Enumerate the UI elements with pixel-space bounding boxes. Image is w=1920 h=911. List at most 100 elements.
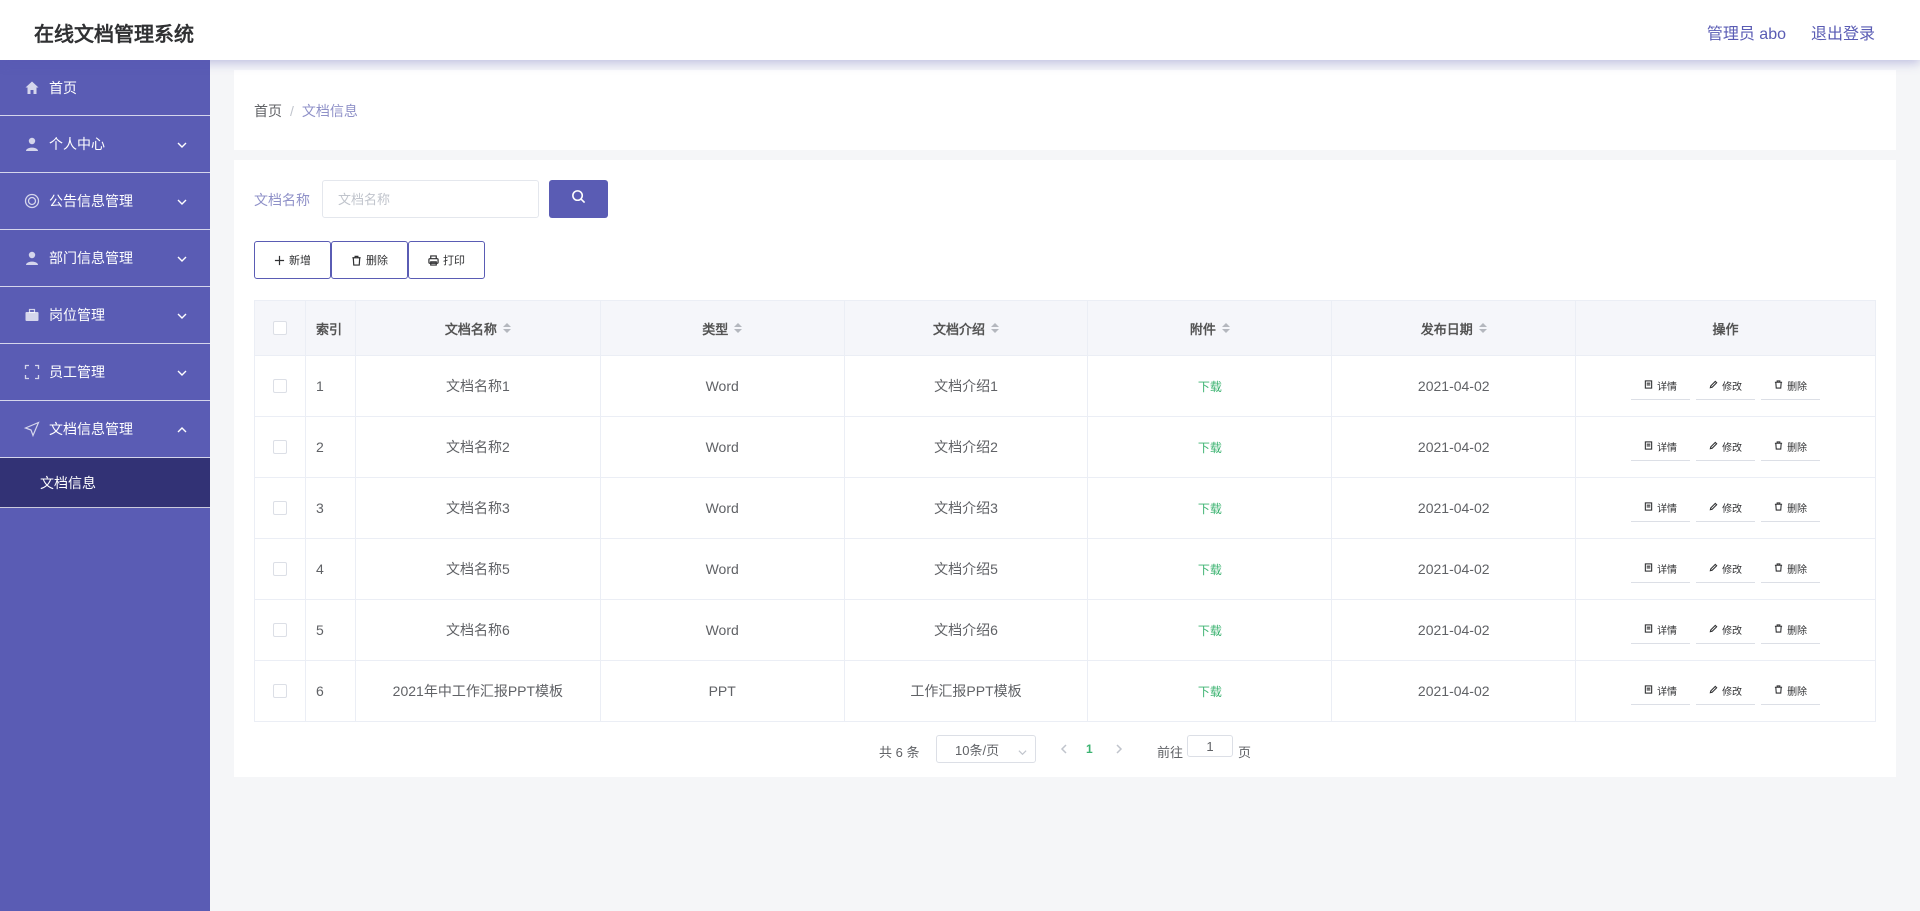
- row-checkbox[interactable]: [272, 562, 287, 576]
- table-row: 5 文档名称6 Word 文档介绍6 下载 2021-04-02 详情 修改 删除: [254, 600, 1876, 661]
- row-delete-button[interactable]: 删除: [1761, 372, 1821, 400]
- download-link[interactable]: 下载: [1198, 622, 1222, 639]
- sidebar-item-personal-center[interactable]: 个人中心: [0, 116, 210, 173]
- sidebar-item-home[interactable]: 首页: [0, 60, 210, 116]
- detail-button[interactable]: 详情: [1631, 433, 1691, 461]
- edit-button[interactable]: 修改: [1696, 494, 1756, 522]
- edit-button[interactable]: 修改: [1696, 616, 1756, 644]
- edit-button[interactable]: 修改: [1696, 372, 1756, 400]
- printer-icon: [428, 254, 439, 266]
- cell-index: 4: [306, 539, 356, 599]
- download-link[interactable]: 下载: [1198, 500, 1222, 517]
- header-name[interactable]: 文档名称: [356, 301, 601, 355]
- detail-button-label: 详情: [1657, 626, 1678, 637]
- edit-icon: [1709, 441, 1722, 453]
- print-button[interactable]: 打印: [408, 241, 485, 279]
- sidebar-item-employee-management[interactable]: 员工管理: [0, 344, 210, 401]
- cell-intro: 文档介绍3: [845, 478, 1089, 538]
- sort-icon[interactable]: [1221, 323, 1230, 333]
- next-page-button[interactable]: [1114, 742, 1124, 757]
- document-icon: [1644, 501, 1657, 514]
- sidebar-item-label: 个人中心: [49, 136, 105, 152]
- delete-button[interactable]: 删除: [331, 241, 408, 279]
- header-type[interactable]: 类型: [601, 301, 845, 355]
- row-checkbox[interactable]: [272, 501, 287, 515]
- header-intro[interactable]: 文档介绍: [845, 301, 1089, 355]
- prev-page-button[interactable]: [1059, 742, 1069, 757]
- detail-button[interactable]: 详情: [1631, 616, 1691, 644]
- row-delete-button[interactable]: 删除: [1761, 433, 1821, 461]
- edit-button-label: 修改: [1722, 687, 1743, 698]
- edit-icon: [1709, 563, 1722, 575]
- breadcrumb-home[interactable]: 首页: [254, 103, 282, 119]
- table-row: 4 文档名称5 Word 文档介绍5 下载 2021-04-02 详情 修改 删除: [254, 539, 1876, 600]
- sidebar-subitem-document-info[interactable]: 文档信息: [0, 458, 210, 508]
- document-table: 索引 文档名称 类型 文档介绍 附件 发布日期 操作 1 文档名称1 Word 文档介…: [254, 300, 1876, 722]
- download-link[interactable]: 下载: [1198, 378, 1222, 395]
- header-date[interactable]: 发布日期: [1332, 301, 1577, 355]
- row-delete-button-label: 删除: [1787, 626, 1808, 637]
- search-input[interactable]: [322, 180, 539, 218]
- page-number-current[interactable]: 1: [1086, 742, 1093, 756]
- cell-ops: 详情 修改 删除: [1576, 600, 1876, 660]
- row-delete-button[interactable]: 删除: [1761, 494, 1821, 522]
- header-file[interactable]: 附件: [1088, 301, 1333, 355]
- sidebar-item-department-management[interactable]: 部门信息管理: [0, 230, 210, 287]
- document-icon: [1644, 684, 1657, 697]
- edit-button[interactable]: 修改: [1696, 433, 1756, 461]
- sidebar-item-position-management[interactable]: 岗位管理: [0, 287, 210, 344]
- chevron-right-icon: [1116, 744, 1123, 754]
- page-jump-input[interactable]: [1187, 735, 1233, 757]
- home-icon: [24, 80, 40, 96]
- sidebar-item-label: 部门信息管理: [49, 250, 133, 266]
- cell-date: 2021-04-02: [1332, 417, 1577, 477]
- row-checkbox[interactable]: [272, 684, 287, 698]
- logout-link[interactable]: 退出登录: [1811, 20, 1875, 44]
- row-checkbox[interactable]: [272, 623, 287, 637]
- sort-icon[interactable]: [734, 323, 743, 333]
- notice-icon: [24, 193, 40, 209]
- header-ops: 操作: [1576, 301, 1876, 355]
- detail-button[interactable]: 详情: [1631, 677, 1691, 705]
- detail-button-label: 详情: [1657, 382, 1678, 393]
- trash-icon: [1774, 684, 1787, 697]
- edit-button[interactable]: 修改: [1696, 555, 1756, 583]
- document-icon: [1644, 379, 1657, 392]
- detail-button-label: 详情: [1657, 565, 1678, 576]
- row-checkbox[interactable]: [272, 440, 287, 454]
- detail-button[interactable]: 详情: [1631, 555, 1691, 583]
- sort-icon[interactable]: [991, 323, 1000, 333]
- breadcrumb: 首页 / 文档信息: [254, 101, 358, 121]
- search-button[interactable]: [549, 180, 608, 218]
- sort-icon[interactable]: [502, 323, 511, 333]
- cell-ops: 详情 修改 删除: [1576, 417, 1876, 477]
- download-link[interactable]: 下载: [1198, 561, 1222, 578]
- edit-button[interactable]: 修改: [1696, 677, 1756, 705]
- sidebar-item-label: 首页: [49, 79, 77, 96]
- row-checkbox[interactable]: [272, 379, 287, 393]
- cell-type: Word: [601, 356, 845, 416]
- cell-index: 6: [306, 661, 356, 721]
- cell-type: Word: [601, 478, 845, 538]
- detail-button-label: 详情: [1657, 687, 1678, 698]
- detail-button[interactable]: 详情: [1631, 494, 1691, 522]
- sidebar-item-document-management[interactable]: 文档信息管理: [0, 401, 210, 458]
- sort-icon[interactable]: [1478, 323, 1487, 333]
- select-all-checkbox[interactable]: [272, 321, 287, 335]
- print-button-label: 打印: [443, 255, 465, 267]
- detail-button[interactable]: 详情: [1631, 372, 1691, 400]
- cell-file: 下载: [1088, 600, 1333, 660]
- download-link[interactable]: 下载: [1198, 439, 1222, 456]
- row-delete-button[interactable]: 删除: [1761, 555, 1821, 583]
- cell-file: 下载: [1088, 417, 1333, 477]
- row-delete-button[interactable]: 删除: [1761, 616, 1821, 644]
- frame-icon: [24, 364, 40, 380]
- trash-icon: [1774, 379, 1787, 392]
- sidebar-item-notice-management[interactable]: 公告信息管理: [0, 173, 210, 230]
- add-button[interactable]: 新增: [254, 241, 331, 279]
- cell-name: 文档名称1: [356, 356, 601, 416]
- cell-type: Word: [601, 539, 845, 599]
- row-delete-button[interactable]: 删除: [1761, 677, 1821, 705]
- download-link[interactable]: 下载: [1198, 683, 1222, 700]
- page-size-select[interactable]: 10条/页: [936, 735, 1036, 763]
